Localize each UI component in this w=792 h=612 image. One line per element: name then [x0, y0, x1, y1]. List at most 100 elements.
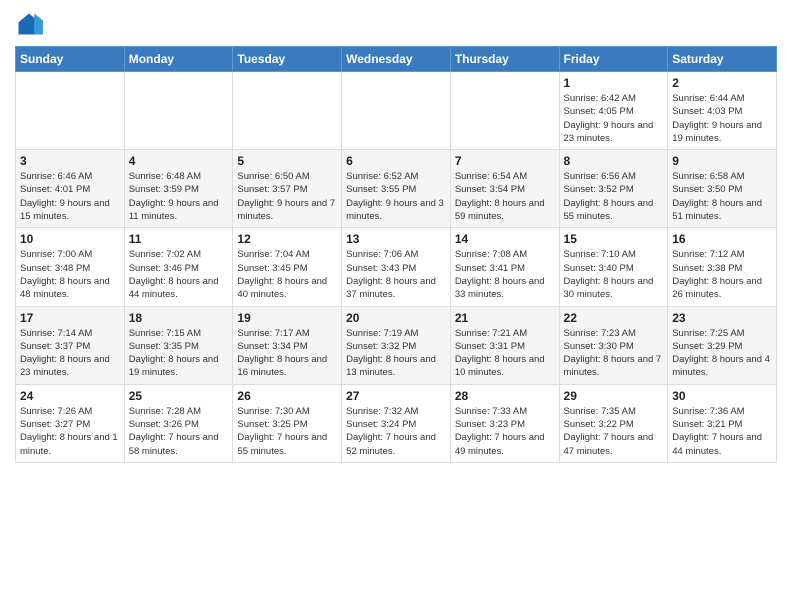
day-cell: 27 Sunrise: 7:32 AM Sunset: 3:24 PM Dayli…: [342, 384, 451, 462]
day-info: Sunrise: 7:19 AM Sunset: 3:32 PM Dayligh…: [346, 327, 446, 380]
day-cell: 4Sunrise: 6:48 AM Sunset: 3:59 PM Daylig…: [124, 150, 233, 228]
day-number: 26: [237, 389, 337, 403]
day-cell: 19 Sunrise: 7:17 AM Sunset: 3:34 PM Dayli…: [233, 306, 342, 384]
day-cell: 16 Sunrise: 7:12 AM Sunset: 3:38 PM Dayli…: [668, 228, 777, 306]
col-header-sunday: Sunday: [16, 47, 125, 72]
day-number: 21: [455, 311, 555, 325]
day-cell: [450, 72, 559, 150]
day-cell: 25 Sunrise: 7:28 AM Sunset: 3:26 PM Dayli…: [124, 384, 233, 462]
day-info: Sunrise: 6:48 AM Sunset: 3:59 PM Dayligh…: [129, 170, 229, 223]
day-cell: [16, 72, 125, 150]
day-number: 29: [564, 389, 664, 403]
day-info: Sunrise: 7:12 AM Sunset: 3:38 PM Dayligh…: [672, 248, 772, 301]
day-number: 16: [672, 232, 772, 246]
day-cell: 21 Sunrise: 7:21 AM Sunset: 3:31 PM Dayli…: [450, 306, 559, 384]
week-row-1: 1Sunrise: 6:42 AM Sunset: 4:05 PM Daylig…: [16, 72, 777, 150]
day-info: Sunrise: 7:00 AM Sunset: 3:48 PM Dayligh…: [20, 248, 120, 301]
day-cell: 8 Sunrise: 6:56 AM Sunset: 3:52 PM Daylig…: [559, 150, 668, 228]
day-cell: 29 Sunrise: 7:35 AM Sunset: 3:22 PM Dayli…: [559, 384, 668, 462]
day-cell: 30 Sunrise: 7:36 AM Sunset: 3:21 PM Dayli…: [668, 384, 777, 462]
day-info: Sunrise: 7:21 AM Sunset: 3:31 PM Dayligh…: [455, 327, 555, 380]
day-info: Sunrise: 7:28 AM Sunset: 3:26 PM Dayligh…: [129, 405, 229, 458]
day-cell: 20Sunrise: 7:19 AM Sunset: 3:32 PM Dayli…: [342, 306, 451, 384]
day-cell: [233, 72, 342, 150]
day-number: 27: [346, 389, 446, 403]
day-cell: 24 Sunrise: 7:26 AM Sunset: 3:27 PM Dayli…: [16, 384, 125, 462]
day-info: Sunrise: 6:46 AM Sunset: 4:01 PM Dayligh…: [20, 170, 120, 223]
day-number: 2: [672, 76, 772, 90]
day-info: Sunrise: 7:08 AM Sunset: 3:41 PM Dayligh…: [455, 248, 555, 301]
day-number: 30: [672, 389, 772, 403]
day-cell: 14 Sunrise: 7:08 AM Sunset: 3:41 PM Dayli…: [450, 228, 559, 306]
day-info: Sunrise: 7:10 AM Sunset: 3:40 PM Dayligh…: [564, 248, 664, 301]
day-cell: 11 Sunrise: 7:02 AM Sunset: 3:46 PM Dayli…: [124, 228, 233, 306]
day-cell: 5 Sunrise: 6:50 AM Sunset: 3:57 PM Daylig…: [233, 150, 342, 228]
header: [15, 10, 777, 38]
day-number: 7: [455, 154, 555, 168]
day-number: 15: [564, 232, 664, 246]
day-number: 14: [455, 232, 555, 246]
day-info: Sunrise: 7:35 AM Sunset: 3:22 PM Dayligh…: [564, 405, 664, 458]
day-info: Sunrise: 7:36 AM Sunset: 3:21 PM Dayligh…: [672, 405, 772, 458]
day-cell: 23 Sunrise: 7:25 AM Sunset: 3:29 PM Dayli…: [668, 306, 777, 384]
day-info: Sunrise: 7:32 AM Sunset: 3:24 PM Dayligh…: [346, 405, 446, 458]
day-info: Sunrise: 7:06 AM Sunset: 3:43 PM Dayligh…: [346, 248, 446, 301]
week-row-5: 24 Sunrise: 7:26 AM Sunset: 3:27 PM Dayli…: [16, 384, 777, 462]
day-number: 13: [346, 232, 446, 246]
day-number: 25: [129, 389, 229, 403]
day-cell: 22 Sunrise: 7:23 AM Sunset: 3:30 PM Dayli…: [559, 306, 668, 384]
day-info: Sunrise: 7:33 AM Sunset: 3:23 PM Dayligh…: [455, 405, 555, 458]
day-cell: 3 Sunrise: 6:46 AM Sunset: 4:01 PM Daylig…: [16, 150, 125, 228]
day-number: 22: [564, 311, 664, 325]
day-cell: 9Sunrise: 6:58 AM Sunset: 3:50 PM Daylig…: [668, 150, 777, 228]
week-row-2: 3 Sunrise: 6:46 AM Sunset: 4:01 PM Daylig…: [16, 150, 777, 228]
day-cell: 17 Sunrise: 7:14 AM Sunset: 3:37 PM Dayli…: [16, 306, 125, 384]
day-info: Sunrise: 6:58 AM Sunset: 3:50 PM Dayligh…: [672, 170, 772, 223]
col-header-wednesday: Wednesday: [342, 47, 451, 72]
day-info: Sunrise: 7:23 AM Sunset: 3:30 PM Dayligh…: [564, 327, 664, 380]
day-number: 12: [237, 232, 337, 246]
day-number: 10: [20, 232, 120, 246]
day-info: Sunrise: 6:50 AM Sunset: 3:57 PM Dayligh…: [237, 170, 337, 223]
day-number: 23: [672, 311, 772, 325]
col-header-saturday: Saturday: [668, 47, 777, 72]
day-info: Sunrise: 7:25 AM Sunset: 3:29 PM Dayligh…: [672, 327, 772, 380]
col-header-thursday: Thursday: [450, 47, 559, 72]
day-number: 6: [346, 154, 446, 168]
day-cell: 10 Sunrise: 7:00 AM Sunset: 3:48 PM Dayli…: [16, 228, 125, 306]
col-header-friday: Friday: [559, 47, 668, 72]
page: SundayMondayTuesdayWednesdayThursdayFrid…: [0, 0, 792, 612]
day-cell: 6Sunrise: 6:52 AM Sunset: 3:55 PM Daylig…: [342, 150, 451, 228]
logo-icon: [15, 10, 43, 38]
day-number: 18: [129, 311, 229, 325]
week-row-4: 17 Sunrise: 7:14 AM Sunset: 3:37 PM Dayli…: [16, 306, 777, 384]
day-info: Sunrise: 6:56 AM Sunset: 3:52 PM Dayligh…: [564, 170, 664, 223]
day-number: 8: [564, 154, 664, 168]
day-info: Sunrise: 7:14 AM Sunset: 3:37 PM Dayligh…: [20, 327, 120, 380]
day-number: 17: [20, 311, 120, 325]
day-info: Sunrise: 7:02 AM Sunset: 3:46 PM Dayligh…: [129, 248, 229, 301]
col-header-monday: Monday: [124, 47, 233, 72]
calendar-table: SundayMondayTuesdayWednesdayThursdayFrid…: [15, 46, 777, 463]
day-info: Sunrise: 6:42 AM Sunset: 4:05 PM Dayligh…: [564, 92, 664, 145]
week-row-3: 10 Sunrise: 7:00 AM Sunset: 3:48 PM Dayli…: [16, 228, 777, 306]
day-cell: 18Sunrise: 7:15 AM Sunset: 3:35 PM Dayli…: [124, 306, 233, 384]
day-cell: 13 Sunrise: 7:06 AM Sunset: 3:43 PM Dayli…: [342, 228, 451, 306]
day-info: Sunrise: 6:44 AM Sunset: 4:03 PM Dayligh…: [672, 92, 772, 145]
day-info: Sunrise: 6:54 AM Sunset: 3:54 PM Dayligh…: [455, 170, 555, 223]
day-number: 11: [129, 232, 229, 246]
logo: [15, 10, 47, 38]
day-info: Sunrise: 7:30 AM Sunset: 3:25 PM Dayligh…: [237, 405, 337, 458]
day-cell: 26 Sunrise: 7:30 AM Sunset: 3:25 PM Dayli…: [233, 384, 342, 462]
day-number: 19: [237, 311, 337, 325]
day-number: 5: [237, 154, 337, 168]
day-cell: 15 Sunrise: 7:10 AM Sunset: 3:40 PM Dayli…: [559, 228, 668, 306]
col-header-tuesday: Tuesday: [233, 47, 342, 72]
day-info: Sunrise: 7:17 AM Sunset: 3:34 PM Dayligh…: [237, 327, 337, 380]
day-cell: [342, 72, 451, 150]
day-cell: 7 Sunrise: 6:54 AM Sunset: 3:54 PM Daylig…: [450, 150, 559, 228]
day-cell: 2 Sunrise: 6:44 AM Sunset: 4:03 PM Daylig…: [668, 72, 777, 150]
day-number: 3: [20, 154, 120, 168]
day-number: 24: [20, 389, 120, 403]
day-info: Sunrise: 7:26 AM Sunset: 3:27 PM Dayligh…: [20, 405, 120, 458]
